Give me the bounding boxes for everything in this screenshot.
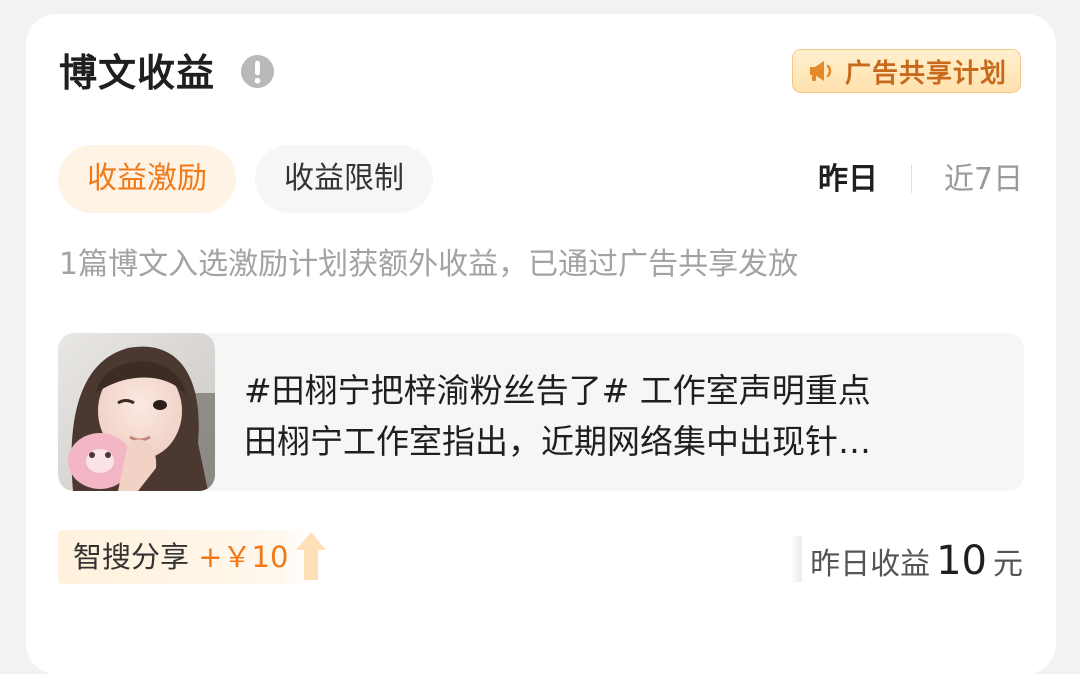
tab-earnings-limit[interactable]: 收益限制 [255, 145, 433, 213]
megaphone-icon [810, 61, 832, 81]
post-thumbnail [58, 333, 215, 491]
post-title-line: #田栩宁把梓渝粉丝告了# 工作室声明重点 [244, 371, 871, 410]
post-text: #田栩宁把梓渝粉丝告了# 工作室声明重点 田栩宁工作室指出，近期网络集中出现针… [244, 365, 1004, 467]
period-divider [911, 165, 912, 193]
period-last-7-days[interactable]: 近7日 [944, 160, 1023, 200]
reward-label: 智搜分享 [73, 540, 190, 574]
earnings-value: 10 [936, 538, 987, 584]
info-icon[interactable] [240, 54, 275, 89]
arrow-up-icon [296, 532, 326, 580]
post-snippet-line: 田栩宁工作室指出，近期网络集中出现针… [244, 422, 871, 461]
incentive-notice: 1篇博文入选激励计划获额外收益，已通过广告共享发放 [59, 247, 799, 282]
reward-amount: +￥10 [198, 540, 289, 574]
ad-badge-label: 广告共享计划 [845, 58, 1008, 89]
ad-share-plan-badge[interactable]: 广告共享计划 [792, 49, 1021, 93]
post-item[interactable]: #田栩宁把梓渝粉丝告了# 工作室声明重点 田栩宁工作室指出，近期网络集中出现针… [58, 333, 1024, 491]
yesterday-earnings: 昨日收益 10 元 [810, 538, 1023, 588]
earnings-divider [790, 536, 802, 582]
page-title: 博文收益 [59, 51, 216, 95]
tab-earnings-incentive[interactable]: 收益激励 [58, 145, 236, 213]
earnings-label: 昨日收益 [810, 547, 931, 582]
period-yesterday[interactable]: 昨日 [818, 160, 878, 200]
earnings-unit: 元 [993, 547, 1023, 582]
reward-tag: 智搜分享 +￥10 [58, 530, 330, 584]
